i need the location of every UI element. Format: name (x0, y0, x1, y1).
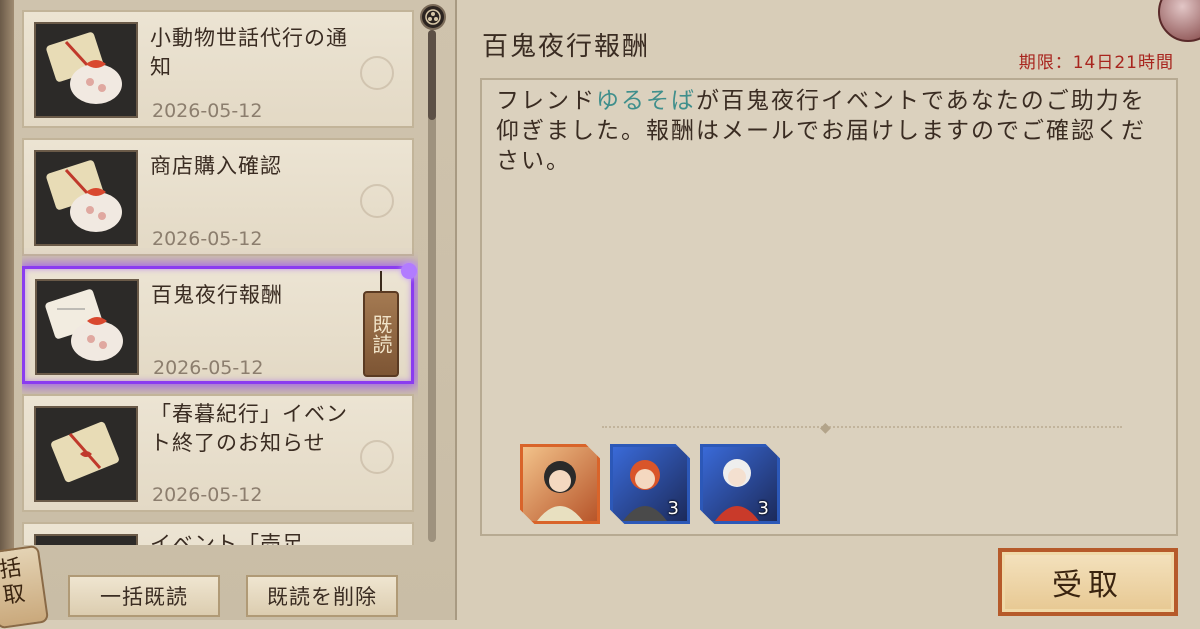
mail-title: イベント「売足 (150, 532, 304, 545)
tomoe-emblem-icon[interactable] (420, 4, 446, 30)
mail-list[interactable]: 小動物世話代行の通知 2026-05-12 商店購入確認 2026-05-12 (22, 10, 418, 545)
panel-edge (0, 0, 14, 620)
mail-date: 2026-05-12 (153, 357, 264, 379)
mail-date: 2026-05-12 (152, 100, 263, 122)
flower-watermark-icon (360, 184, 394, 218)
letter-icon (34, 406, 138, 502)
reward-count: 3 (667, 498, 679, 519)
close-orb-icon[interactable] (1158, 0, 1200, 42)
read-status-tag: 既読 (363, 291, 399, 377)
body-prefix: フレンド (496, 88, 596, 114)
mail-body-box: フレンドゆるそばが百鬼夜行イベントであなたのご助力を仰ぎました。報酬はメールでお… (480, 78, 1178, 536)
reward-count: 3 (757, 498, 769, 519)
mail-list-panel: 小動物世話代行の通知 2026-05-12 商店購入確認 2026-05-12 (0, 0, 457, 629)
mail-date: 2026-05-12 (152, 484, 263, 506)
reward-item[interactable] (520, 444, 600, 524)
read-tag-label: 既読 (369, 314, 393, 354)
mail-body-text: フレンドゆるそばが百鬼夜行イベントであなたのご助力を仰ぎました。報酬はメールでお… (496, 86, 1166, 176)
flower-watermark-icon (360, 440, 394, 474)
mark-all-read-button[interactable]: 一括既読 (68, 575, 220, 617)
mail-item[interactable]: イベント「売足 (22, 522, 414, 545)
flower-watermark-icon (360, 56, 394, 90)
mail-item[interactable]: 商店購入確認 2026-05-12 (22, 138, 414, 256)
shikigami-portrait-icon (537, 461, 583, 521)
mail-item[interactable]: 「春暮紀行」イベント終了のお知らせ 2026-05-12 (22, 394, 414, 512)
tag-string (380, 271, 382, 293)
mail-date: 2026-05-12 (152, 228, 263, 250)
reward-item[interactable]: 3 (700, 444, 780, 524)
mail-detail-title: 百鬼夜行報酬 (482, 32, 651, 62)
gift-package-icon (34, 150, 138, 246)
divider-ornament-icon: ◆ (820, 420, 831, 436)
receive-button[interactable]: 受取 (998, 548, 1178, 616)
mail-title: 百鬼夜行報酬 (151, 283, 283, 307)
delete-read-button[interactable]: 既読を削除 (246, 575, 398, 617)
mail-item-selected[interactable]: 百鬼夜行報酬 2026-05-12 既読 (22, 263, 417, 384)
gift-package-icon (34, 534, 138, 545)
mail-item[interactable]: 小動物世話代行の通知 2026-05-12 (22, 10, 414, 128)
corner-gem-icon (401, 263, 417, 279)
friend-name: ゆるそば (596, 88, 696, 114)
mail-title: 「春暮紀行」イベント終了のお知らせ (150, 402, 348, 455)
mail-title: 商店購入確認 (150, 154, 282, 178)
scrollbar-thumb[interactable] (428, 30, 436, 120)
gift-package-letter-icon (35, 279, 139, 375)
mail-title: 小動物世話代行の通知 (150, 26, 348, 79)
side-tab-label: 括 取 (0, 555, 27, 610)
bottom-action-bar: 一括既読 既読を削除 (0, 555, 455, 620)
scrollbar[interactable] (428, 30, 436, 542)
gift-package-icon (34, 22, 138, 118)
divider-line (602, 426, 1122, 429)
deadline-text: 期限：14日21時間 (1018, 53, 1174, 73)
reward-item[interactable]: 3 (610, 444, 690, 524)
